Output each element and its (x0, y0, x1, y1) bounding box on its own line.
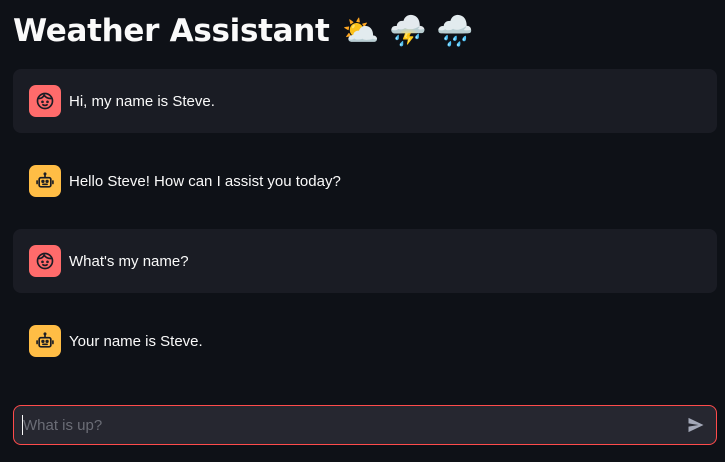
message-text: Your name is Steve. (69, 332, 203, 350)
app-container: Weather Assistant ⛅ ⛈️ 🌧️ Hi, my name is… (0, 0, 725, 462)
user-face-icon (29, 85, 61, 117)
robot-icon (29, 325, 61, 357)
chat-message-assistant: Your name is Steve. (13, 309, 717, 373)
page-title: Weather Assistant ⛅ ⛈️ 🌧️ (13, 9, 474, 54)
chat-message-assistant: Hello Steve! How can I assist you today? (13, 149, 717, 213)
send-button[interactable] (676, 406, 716, 444)
send-icon (688, 417, 704, 433)
robot-icon (29, 165, 61, 197)
chat-input[interactable] (14, 405, 676, 445)
chat-messages: Hi, my name is Steve. Hello Steve! How c… (13, 69, 717, 389)
user-face-icon (29, 245, 61, 277)
chat-input-container (13, 405, 717, 445)
page-title-text: Weather Assistant (13, 13, 330, 49)
chat-message-user: What's my name? (13, 229, 717, 293)
chat-message-user: Hi, my name is Steve. (13, 69, 717, 133)
message-text: Hi, my name is Steve. (69, 92, 215, 110)
text-cursor (22, 415, 23, 435)
message-text: What's my name? (69, 252, 189, 270)
weather-emojis: ⛅ ⛈️ 🌧️ (342, 14, 474, 49)
message-text: Hello Steve! How can I assist you today? (69, 172, 341, 190)
